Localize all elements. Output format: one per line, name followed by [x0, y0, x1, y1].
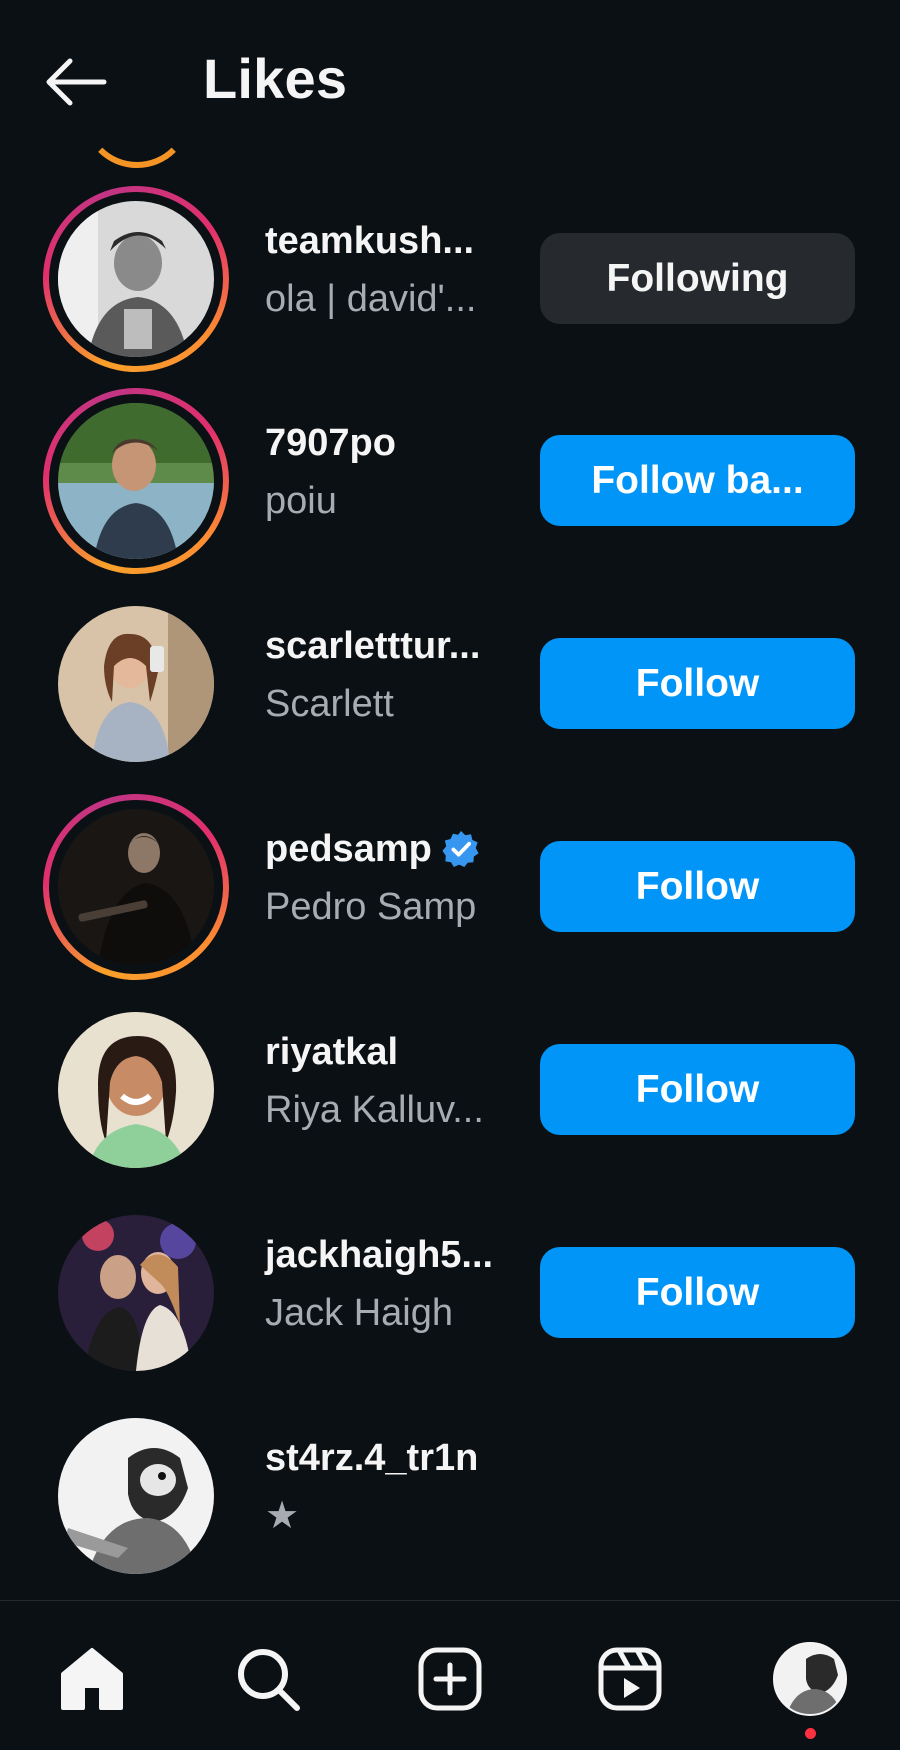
user-text: scarletttur... Scarlett: [265, 621, 515, 729]
list-item[interactable]: riyatkal Riya Kalluv... Follow: [0, 989, 900, 1192]
full-name: ola | david'...: [265, 278, 477, 320]
page-title: Likes: [203, 47, 348, 110]
avatar[interactable]: [43, 997, 229, 1183]
username[interactable]: teamkush...: [265, 216, 515, 266]
full-name: poiu: [265, 480, 337, 522]
nav-search[interactable]: [228, 1639, 308, 1719]
list-item[interactable]: scarletttur... Scarlett Follow: [0, 583, 900, 786]
avatar-photo: [58, 1215, 214, 1371]
create-icon: [418, 1647, 482, 1711]
scrolled-avatar-ring: [82, 58, 192, 168]
avatar[interactable]: [43, 186, 229, 372]
follow-button[interactable]: Follow: [540, 638, 855, 729]
following-button[interactable]: Following: [540, 233, 855, 324]
username[interactable]: scarletttur...: [265, 621, 515, 671]
nav-profile[interactable]: [770, 1639, 850, 1719]
avatar[interactable]: [43, 388, 229, 574]
avatar-photo: [58, 201, 214, 357]
user-text: 7907po poiu: [265, 418, 515, 526]
username[interactable]: jackhaigh5...: [265, 1230, 515, 1280]
avatar-photo: [58, 606, 214, 762]
search-icon: [238, 1649, 300, 1711]
username[interactable]: 7907po: [265, 418, 515, 468]
list-item[interactable]: st4rz.4_tr1n ★: [0, 1395, 900, 1598]
username[interactable]: riyatkal: [265, 1027, 515, 1077]
avatar[interactable]: [43, 1200, 229, 1386]
avatar[interactable]: [43, 1403, 229, 1589]
user-text: riyatkal Riya Kalluv...: [265, 1027, 515, 1135]
full-name: Pedro Samp: [265, 886, 477, 928]
user-text: pedsamp Pedro Samp: [265, 824, 515, 932]
avatar[interactable]: [43, 591, 229, 777]
reels-icon: [598, 1647, 662, 1711]
nav-reels[interactable]: [590, 1639, 670, 1719]
username[interactable]: st4rz.4_tr1n: [265, 1433, 515, 1483]
user-text: teamkush... ola | david'...: [265, 216, 515, 324]
avatar-photo: [58, 809, 214, 965]
full-name: Jack Haigh: [265, 1292, 453, 1334]
avatar-photo: [58, 1418, 214, 1574]
avatar[interactable]: [43, 794, 229, 980]
avatar-photo: [58, 403, 214, 559]
home-icon: [61, 1648, 123, 1710]
list-item[interactable]: pedsamp Pedro Samp Follow: [0, 786, 900, 989]
notification-dot: [805, 1728, 816, 1739]
follow-back-button[interactable]: Follow ba...: [540, 435, 855, 526]
list-item[interactable]: 7907po poiu Follow ba...: [0, 380, 900, 583]
follow-button[interactable]: Follow: [540, 1044, 855, 1135]
follow-button[interactable]: Follow: [540, 1247, 855, 1338]
full-name: Scarlett: [265, 683, 394, 725]
avatar-photo: [58, 1012, 214, 1168]
user-text: jackhaigh5... Jack Haigh: [265, 1230, 515, 1338]
bottom-navigation: [0, 1600, 900, 1750]
list-item[interactable]: jackhaigh5... Jack Haigh Follow: [0, 1192, 900, 1395]
nav-create[interactable]: [410, 1639, 490, 1719]
full-name: ★: [265, 1495, 300, 1537]
nav-home[interactable]: [52, 1639, 132, 1719]
follow-button[interactable]: Follow: [540, 841, 855, 932]
full-name: Riya Kalluv...: [265, 1089, 484, 1131]
profile-avatar: [773, 1642, 847, 1716]
list-item[interactable]: teamkush... ola | david'... Following: [0, 178, 900, 381]
verified-badge-icon: [442, 830, 479, 868]
username[interactable]: pedsamp: [265, 824, 515, 874]
user-text: st4rz.4_tr1n ★: [265, 1433, 515, 1541]
